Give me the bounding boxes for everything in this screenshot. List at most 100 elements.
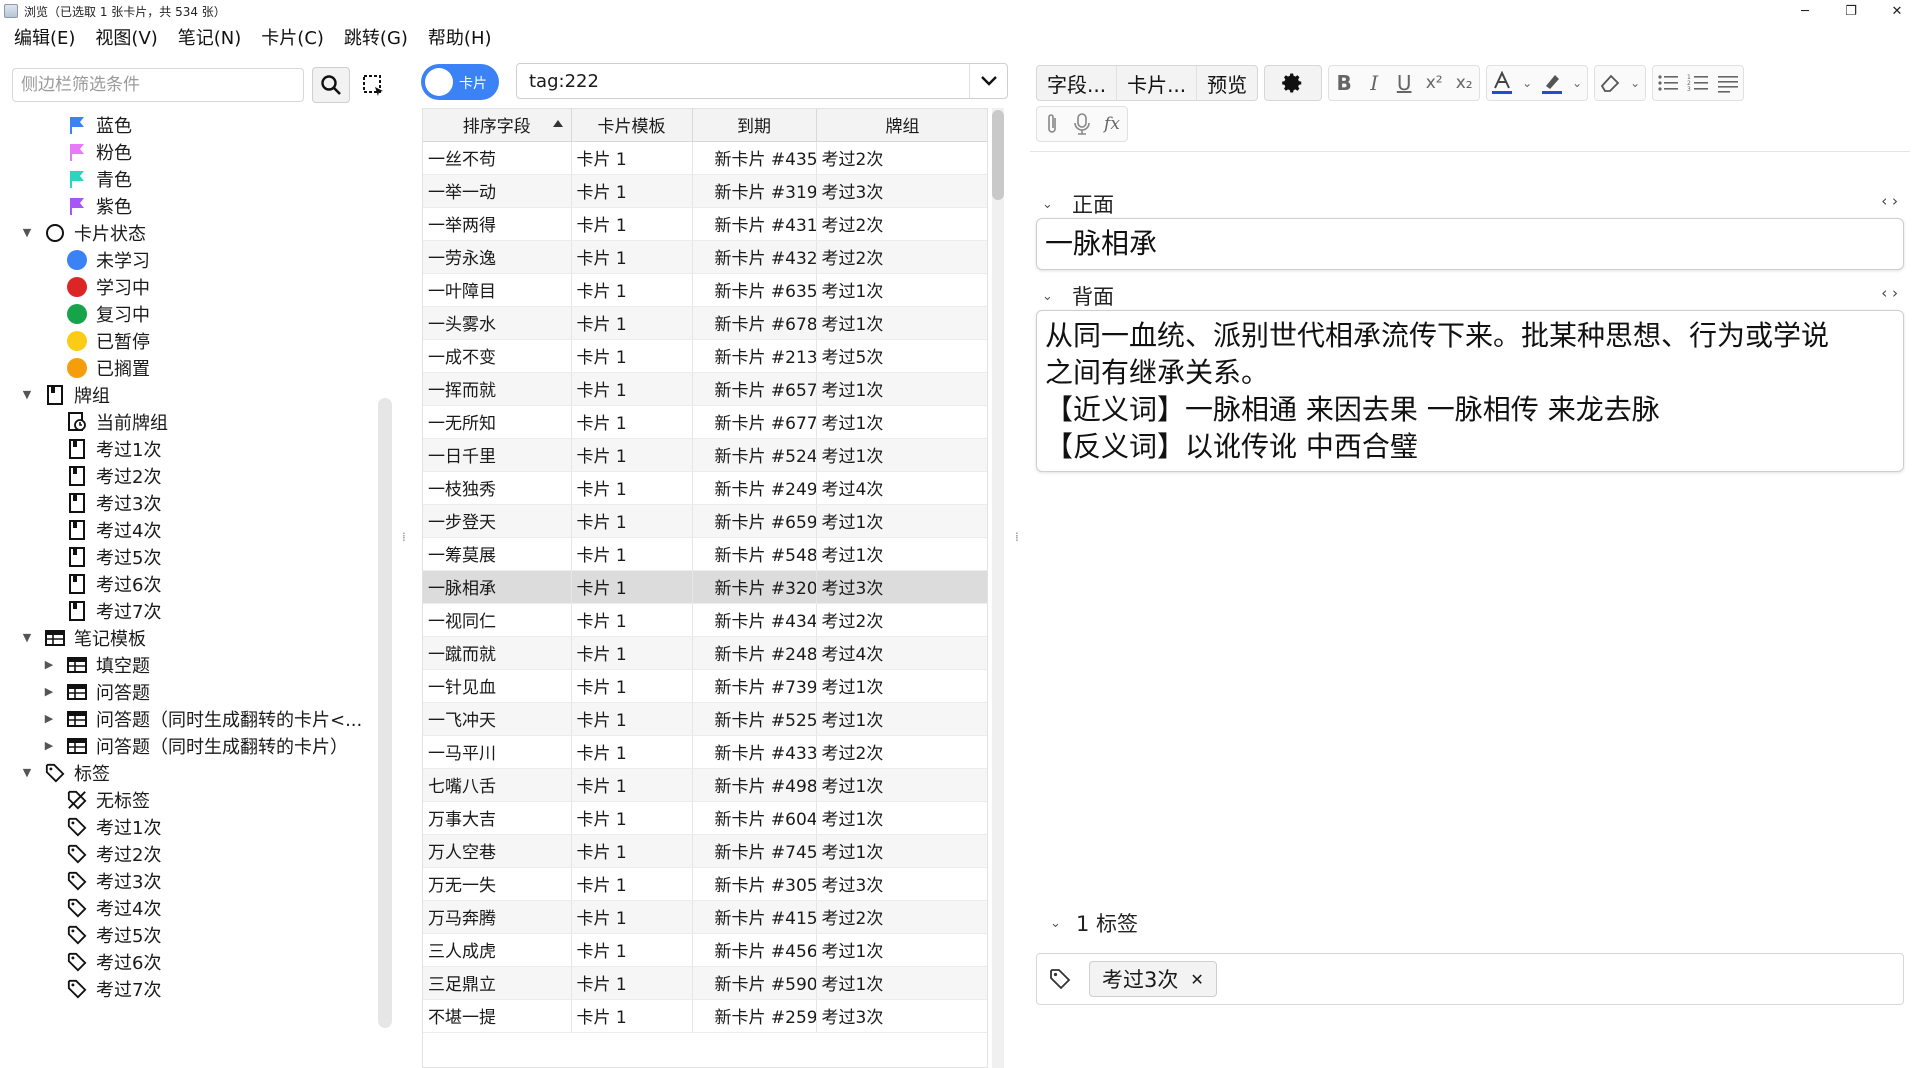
caret-down-icon[interactable]: ▼ [20,226,34,239]
table-row[interactable]: 七嘴八舌 卡片 1 新卡片 #498 考过1次 [423,768,987,802]
sidebar-item[interactable]: 未学习 [0,246,375,273]
sidebar-item[interactable]: 无标签 [0,786,375,813]
sidebar-item[interactable]: 考过4次 [0,894,375,921]
table-row[interactable]: 一蹴而就 卡片 1 新卡片 #248 考过4次 [423,636,987,670]
caret-right-icon[interactable]: ▶ [42,739,56,752]
column-header-due[interactable]: 到期 [692,109,817,142]
table-row[interactable]: 一马平川 卡片 1 新卡片 #433 考过2次 [423,735,987,769]
front-field-input[interactable]: 一脉相承 [1036,218,1904,270]
scrollbar-thumb[interactable] [992,110,1004,200]
search-button[interactable] [312,67,350,103]
table-row[interactable]: 一举一动 卡片 1 新卡片 #319 考过3次 [423,174,987,208]
menu-cards[interactable]: 卡片(C) [253,24,332,50]
sidebar-item[interactable]: 已搁置 [0,354,375,381]
sidebar-item[interactable]: 学习中 [0,273,375,300]
front-html-toggle[interactable]: ‹ › [1881,192,1898,210]
sidebar-item[interactable]: 考过2次 [0,462,375,489]
minimize-button[interactable]: ─ [1782,0,1828,22]
underline-button[interactable]: U [1389,66,1419,100]
align-button[interactable] [1713,66,1743,100]
cards-button[interactable]: 卡片... [1117,66,1198,100]
sidebar-item[interactable]: ▼ 标签 [0,759,375,786]
table-row[interactable]: 三人成虎 卡片 1 新卡片 #456 考过1次 [423,933,987,967]
back-field-header[interactable]: ⌄ 背面 [1042,281,1114,311]
table-row[interactable]: 一筹莫展 卡片 1 新卡片 #548 考过1次 [423,537,987,571]
table-row[interactable]: 万马奔腾 卡片 1 新卡片 #415 考过2次 [423,900,987,934]
menu-help[interactable]: 帮助(H) [420,24,500,50]
table-row[interactable]: 一步登天 卡片 1 新卡片 #659 考过1次 [423,504,987,538]
settings-button[interactable] [1265,66,1321,100]
table-row[interactable]: 一劳永逸 卡片 1 新卡片 #432 考过2次 [423,240,987,274]
splitter-handle[interactable]: ⁞ [1015,530,1019,544]
cards-notes-toggle[interactable]: 卡片 [421,64,499,100]
table-row[interactable]: 一挥而就 卡片 1 新卡片 #657 考过1次 [423,372,987,406]
column-header-card-template[interactable]: 卡片模板 [571,109,693,142]
table-row[interactable]: 一丝不苟 卡片 1 新卡片 #435 考过2次 [423,141,987,175]
back-html-toggle[interactable]: ‹ › [1881,284,1898,302]
column-header-sort-field[interactable]: 排序字段 [423,109,572,142]
tag-chip[interactable]: 考过3次 ✕ [1089,961,1217,997]
math-button[interactable]: fx [1097,107,1127,141]
select-mode-button[interactable] [354,67,392,103]
caret-right-icon[interactable]: ▶ [42,658,56,671]
splitter-handle[interactable]: ⁞ [402,530,406,544]
sidebar-item[interactable]: 考过3次 [0,489,375,516]
sidebar-item[interactable]: 考过7次 [0,597,375,624]
sidebar-item[interactable]: ▶ 问答题（同时生成翻转的卡片） [0,732,375,759]
sidebar-item[interactable]: 考过7次 [0,975,375,1002]
table-row[interactable]: 一视同仁 卡片 1 新卡片 #434 考过2次 [423,603,987,637]
sidebar-item[interactable]: 粉色 [0,138,375,165]
sidebar-item[interactable]: 考过3次 [0,867,375,894]
eraser-button[interactable] [1595,66,1625,100]
table-row[interactable]: 一日千里 卡片 1 新卡片 #524 考过1次 [423,438,987,472]
table-scrollbar[interactable] [992,108,1004,1068]
sidebar-item[interactable]: 考过1次 [0,813,375,840]
back-field-input[interactable]: 从同一血统、派别世代相承流传下来。批某种思想、行为或学说 之间有继承关系。 【近… [1036,310,1904,472]
sidebar-item[interactable]: ▶ 问答题（同时生成翻转的卡片<... [0,705,375,732]
highlight-color-dropdown[interactable]: ⌄ [1567,66,1587,100]
highlight-color-button[interactable] [1537,66,1567,100]
table-row[interactable]: 一飞冲天 卡片 1 新卡片 #525 考过1次 [423,702,987,736]
numbered-list-button[interactable]: 123 [1683,66,1713,100]
sidebar-search-input[interactable] [12,68,304,102]
attach-button[interactable] [1037,107,1067,141]
record-audio-button[interactable] [1067,107,1097,141]
tag-editor[interactable]: 考过3次 ✕ [1036,953,1904,1005]
search-query-text[interactable]: tag:222 [517,71,969,92]
menu-edit[interactable]: 编辑(E) [0,24,83,50]
table-row[interactable]: 万事大吉 卡片 1 新卡片 #604 考过1次 [423,801,987,835]
eraser-dropdown[interactable]: ⌄ [1625,66,1645,100]
sidebar-item[interactable]: ▶ 填空题 [0,651,375,678]
superscript-button[interactable]: x² [1419,66,1449,100]
table-row[interactable]: 万人空巷 卡片 1 新卡片 #745 考过1次 [423,834,987,868]
tags-header[interactable]: ⌄ 1 标签 [1050,908,1138,938]
table-row[interactable]: 一成不变 卡片 1 新卡片 #213 考过5次 [423,339,987,373]
table-row[interactable]: 一无所知 卡片 1 新卡片 #677 考过1次 [423,405,987,439]
text-color-button[interactable] [1487,66,1517,100]
maximize-button[interactable]: ❐ [1828,0,1874,22]
sidebar-item[interactable]: 考过2次 [0,840,375,867]
table-row[interactable]: 万无一失 卡片 1 新卡片 #305 考过3次 [423,867,987,901]
menu-notes[interactable]: 笔记(N) [170,24,250,50]
table-row[interactable]: 一枝独秀 卡片 1 新卡片 #249 考过4次 [423,471,987,505]
sidebar-item[interactable]: 蓝色 [0,111,375,138]
caret-right-icon[interactable]: ▶ [42,685,56,698]
sidebar-item[interactable]: 紫色 [0,192,375,219]
sidebar-item[interactable]: 考过6次 [0,570,375,597]
sidebar-scrollbar[interactable] [378,398,392,1028]
table-row[interactable]: 一头雾水 卡片 1 新卡片 #678 考过1次 [423,306,987,340]
bold-button[interactable]: B [1329,66,1359,100]
preview-button[interactable]: 预览 [1197,66,1257,100]
sidebar-item[interactable]: 考过4次 [0,516,375,543]
sidebar-item[interactable]: 复习中 [0,300,375,327]
search-query-combo[interactable]: tag:222 [516,63,1008,99]
sidebar-item[interactable]: ▼ 笔记模板 [0,624,375,651]
sidebar-item[interactable]: ▼ 卡片状态 [0,219,375,246]
caret-right-icon[interactable]: ▶ [42,712,56,725]
sidebar-item[interactable]: ▼ 牌组 [0,381,375,408]
sidebar-item[interactable]: 考过6次 [0,948,375,975]
sidebar-item[interactable]: 青色 [0,165,375,192]
table-row[interactable]: 三足鼎立 卡片 1 新卡片 #590 考过1次 [423,966,987,1000]
sidebar-item[interactable]: 考过5次 [0,921,375,948]
sidebar-item[interactable]: 已暂停 [0,327,375,354]
